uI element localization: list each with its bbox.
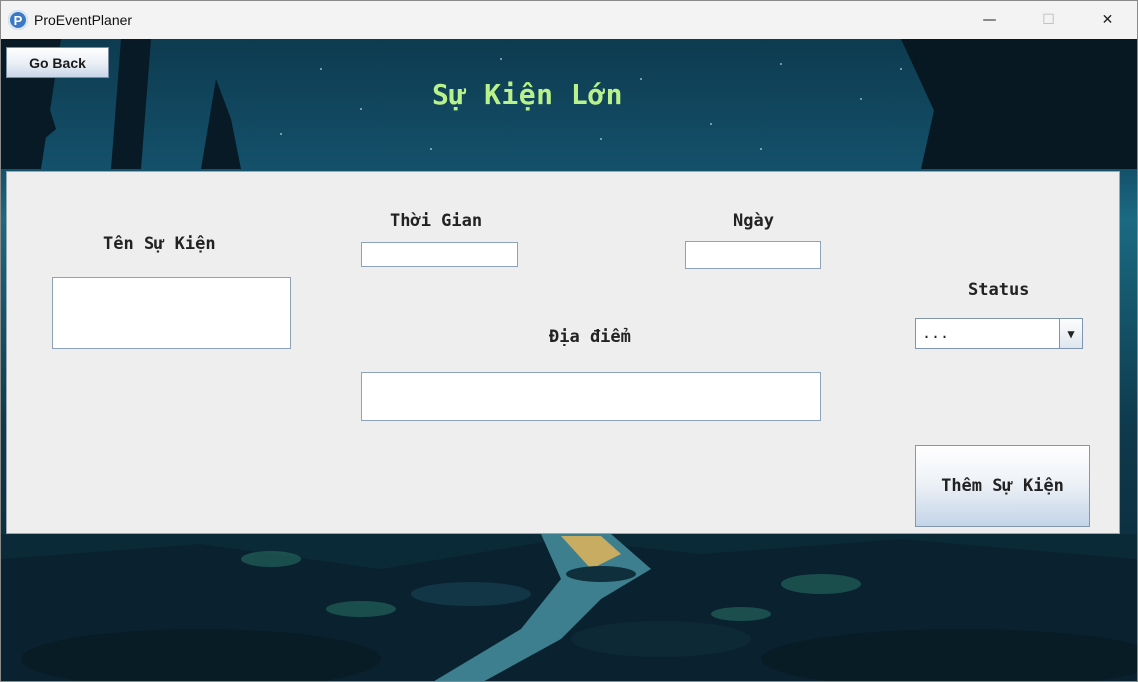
status-selected-value: ...	[922, 324, 950, 342]
status-dropdown[interactable]: ... ▼	[915, 318, 1083, 349]
maximize-icon[interactable]: ☐	[1019, 1, 1078, 39]
window-controls: — ☐ ✕	[960, 1, 1137, 39]
event-name-input[interactable]	[52, 277, 291, 349]
add-event-button[interactable]: Thêm Sự Kiện	[915, 445, 1090, 527]
time-label: Thời Gian	[390, 211, 483, 231]
go-back-button[interactable]: Go Back	[6, 47, 109, 78]
location-input[interactable]	[361, 372, 821, 421]
close-icon[interactable]: ✕	[1078, 1, 1137, 39]
event-name-label: Tên Sự Kiện	[103, 234, 216, 254]
title-bar[interactable]: P ProEventPlaner — ☐ ✕	[1, 1, 1137, 39]
dropdown-arrow-icon[interactable]: ▼	[1059, 319, 1082, 348]
app-logo-icon: P	[8, 10, 28, 30]
date-input[interactable]	[685, 241, 821, 269]
minimize-icon[interactable]: —	[960, 1, 1019, 39]
app-window: P ProEventPlaner — ☐ ✕ Go Back Sự Kiện L…	[0, 0, 1138, 682]
location-label: Địa điểm	[549, 327, 631, 347]
time-input[interactable]	[361, 242, 518, 267]
date-label: Ngày	[733, 211, 774, 231]
status-label: Status	[968, 280, 1030, 300]
window-title: ProEventPlaner	[34, 12, 133, 28]
page-title: Sự Kiện Lớn	[432, 78, 623, 111]
